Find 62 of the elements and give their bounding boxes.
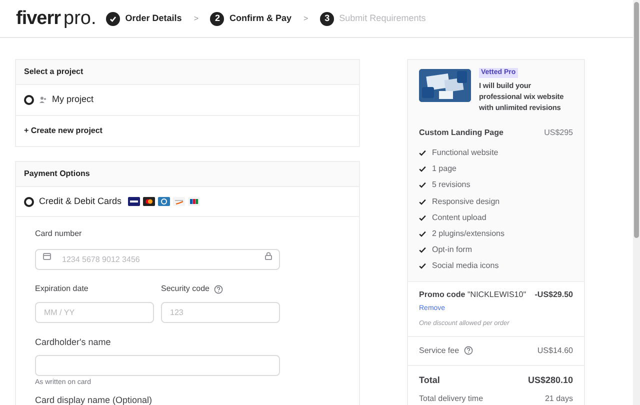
feature-item: Opt-in form: [432, 244, 472, 256]
create-project-link[interactable]: + Create new project: [24, 125, 102, 137]
total-label: Total: [419, 374, 440, 387]
input-field[interactable]: 1234 5678 9012 3456: [35, 249, 280, 270]
card-brand-icon: [172, 197, 185, 206]
lock-icon: [265, 252, 272, 260]
fiverr-pro-logo[interactable]: fiverrpro.: [16, 9, 96, 28]
service-fee-amount: US$14.60: [537, 344, 573, 357]
step-label[interactable]: Confirm & Pay: [229, 12, 292, 26]
step-number: 2: [210, 12, 224, 26]
payment-method-label[interactable]: Credit & Debit Cards: [39, 194, 122, 208]
service-fee-label: Service fee: [419, 344, 460, 357]
feature-item: 1 page: [432, 163, 456, 176]
step-number: 3: [320, 12, 334, 26]
chevron-separator: >: [194, 12, 198, 24]
field-label: Cardholder's name: [35, 337, 112, 348]
card-brand-icon: [142, 197, 155, 206]
people-icon: [39, 96, 47, 104]
section-title: Select a project: [16, 60, 359, 85]
delivery-time-value: 21 days: [544, 393, 573, 405]
feature-item: Functional website: [432, 147, 498, 160]
input-field[interactable]: 123: [161, 302, 280, 323]
gig-thumbnail-drawing: [419, 69, 471, 102]
checkmark-icon: [419, 198, 426, 205]
scrollbar-thumb[interactable]: [634, 2, 639, 238]
checkmark-icon: [419, 231, 426, 238]
field-label: Expiration date: [35, 283, 88, 295]
radio-button[interactable]: [24, 95, 34, 105]
feature-item: Content upload: [432, 212, 486, 224]
field-label: Security code: [161, 283, 210, 295]
chevron-separator: >: [304, 12, 308, 24]
step-label: Submit Requirements: [339, 12, 426, 25]
section-title: Payment Options: [16, 162, 359, 187]
feature-item: Social media icons: [432, 260, 499, 272]
feature-item: Responsive design: [432, 196, 500, 208]
package-price: US$295: [544, 127, 573, 139]
package-name: Custom Landing Page: [419, 127, 504, 139]
field-label: Card display name (Optional): [35, 395, 154, 405]
discount-amount: -US$29.50: [534, 288, 573, 300]
project-option[interactable]: My project: [52, 93, 94, 107]
card-brand-icon: [128, 197, 140, 206]
input-field[interactable]: MM / YY: [35, 302, 154, 323]
credit-card-icon: [43, 253, 51, 260]
delivery-time-label: Total delivery time: [419, 393, 484, 405]
help-icon[interactable]: [464, 346, 474, 356]
checkmark-icon: [419, 150, 426, 156]
total-amount: US$280.10: [528, 374, 573, 387]
step-label[interactable]: Order Details: [125, 12, 182, 26]
checkmark-icon: [419, 166, 426, 172]
checkmark-icon: [419, 182, 426, 188]
feature-item: 5 revisions: [432, 179, 470, 192]
radio-button[interactable]: [24, 196, 34, 206]
checkmark-icon: [419, 214, 426, 221]
card-brand-icon: [158, 197, 170, 206]
feature-item: 2 plugins/extensions: [432, 228, 504, 240]
checkmark-icon: [419, 263, 426, 270]
checkmark-icon: [419, 247, 426, 254]
field-label: Card number: [35, 228, 83, 240]
input-field[interactable]: [35, 355, 280, 376]
card-brand-icon: [188, 197, 200, 206]
help-icon[interactable]: [214, 284, 224, 294]
promo-code-label: Promo code "NICKLEWIS10": [419, 288, 526, 300]
